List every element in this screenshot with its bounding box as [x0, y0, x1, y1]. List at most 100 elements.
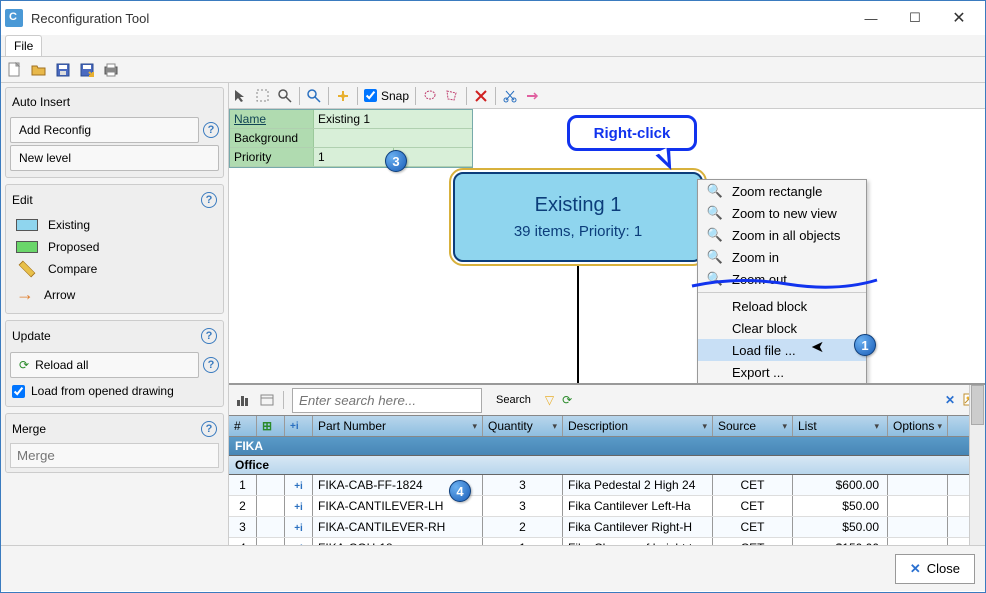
group-row-office[interactable]: Office [229, 456, 985, 475]
file-menu[interactable]: File [5, 35, 42, 56]
add-reconfig-button[interactable]: Add Reconfig [10, 117, 199, 143]
col-list-header[interactable]: List▾ [793, 416, 888, 436]
filter-triangle-icon[interactable]: ▽ [545, 393, 554, 407]
grid-body[interactable]: FIKA Office 1+iFIKA-CAB-FF-18243Fika Ped… [229, 437, 985, 545]
search-input[interactable] [292, 388, 482, 413]
group-row-fika[interactable]: FIKA [229, 437, 985, 456]
close-window-button[interactable]: ✕ [937, 3, 981, 33]
ctx-clear-block[interactable]: Clear block [698, 317, 866, 339]
info-icon[interactable]: +i [294, 502, 303, 513]
select-tool-icon[interactable] [233, 88, 249, 104]
close-button[interactable]: ✕ Close [895, 554, 975, 584]
save-icon[interactable] [55, 62, 71, 78]
marquee-tool-icon[interactable] [255, 88, 271, 104]
lasso-tool-icon[interactable] [422, 88, 438, 104]
save-as-icon[interactable] [79, 62, 95, 78]
grid-toolbar: Search ▽ ⟳ ✕ [229, 385, 985, 415]
delete-icon[interactable] [473, 88, 489, 104]
titlebar: Reconfiguration Tool — ☐ ✕ [1, 1, 985, 35]
new-level-button[interactable]: New level [10, 145, 219, 171]
col-quantity-header[interactable]: Quantity▾ [483, 416, 563, 436]
help-icon[interactable]: ? [201, 328, 217, 344]
existing-block[interactable]: Existing 1 39 items, Priority: 1 [453, 172, 703, 262]
col-description-header[interactable]: Description▾ [563, 416, 713, 436]
zoom-rect-icon: 🔍 [706, 183, 724, 199]
maximize-button[interactable]: ☐ [893, 3, 937, 33]
ctx-export[interactable]: Export ... [698, 361, 866, 383]
ctx-zoom-new-view[interactable]: 🔍Zoom to new view [698, 202, 866, 224]
col-partnumber-header[interactable]: Part Number▾ [313, 416, 483, 436]
legend-proposed[interactable]: Proposed [10, 236, 219, 258]
vertical-scrollbar[interactable] [969, 385, 985, 545]
table-row[interactable]: 4+iFIKA-COH-181Fika Change of height tCE… [229, 538, 985, 545]
new-file-icon[interactable] [7, 62, 23, 78]
help-icon[interactable]: ? [203, 357, 219, 373]
prop-name-label[interactable]: Name [230, 110, 314, 128]
minimize-button[interactable]: — [849, 3, 893, 33]
arrow-icon: → [16, 284, 34, 305]
ctx-zoom-all[interactable]: 🔍Zoom in all objects [698, 224, 866, 246]
ctx-zoom-in[interactable]: 🔍Zoom in [698, 246, 866, 268]
callout-badge-3: 3 [385, 150, 407, 172]
info-icon[interactable]: +i [294, 481, 303, 492]
search-button[interactable]: Search [490, 392, 537, 408]
pan-icon[interactable] [335, 88, 351, 104]
table-row[interactable]: 3+iFIKA-CANTILEVER-RH2Fika Cantilever Ri… [229, 517, 985, 538]
open-folder-icon[interactable] [31, 62, 47, 78]
auto-insert-panel: Auto Insert Add Reconfig ? New level [5, 87, 224, 178]
col-source-header[interactable]: Source▾ [713, 416, 793, 436]
legend-compare[interactable]: Compare [10, 258, 219, 280]
ctx-zoom-rectangle[interactable]: 🔍Zoom rectangle [698, 180, 866, 202]
app-title: Reconfiguration Tool [31, 11, 849, 26]
snap-checkbox[interactable]: Snap [364, 89, 409, 103]
filter-icon[interactable] [259, 392, 275, 408]
close-x-icon: ✕ [910, 561, 921, 577]
flow-arrow-line [577, 266, 579, 383]
edit-panel: Edit ? Existing Proposed Compare →Arrow [5, 184, 224, 314]
merge-title: Merge [12, 422, 46, 436]
legend-arrow[interactable]: →Arrow [10, 280, 219, 309]
info-icon[interactable]: +i [294, 523, 303, 534]
prop-bg-label: Background [230, 129, 314, 147]
info-icon[interactable]: +i [294, 544, 303, 545]
print-icon[interactable] [103, 62, 119, 78]
menubar: File [1, 35, 985, 57]
col-options-header[interactable]: Options▾ [888, 416, 948, 436]
zoom-newview-icon: 🔍 [706, 205, 724, 221]
prop-priority-value[interactable]: 1 [314, 148, 393, 166]
zoom-extents-icon[interactable] [306, 88, 322, 104]
canvas[interactable]: Name Existing 1 Background Priority 1 ▾ … [229, 109, 985, 383]
col-num-header[interactable]: # [229, 416, 257, 436]
help-icon[interactable]: ? [201, 192, 217, 208]
data-grid: Search ▽ ⟳ ✕ # ⊞ +i Part Number▾ Quantit… [229, 383, 985, 545]
zoom-icon[interactable] [277, 88, 293, 104]
help-icon[interactable]: ? [201, 421, 217, 437]
app-icon [5, 9, 23, 27]
block-title: Existing 1 [535, 194, 622, 217]
scrollbar-thumb[interactable] [971, 385, 984, 425]
prop-bg-value[interactable] [314, 129, 472, 147]
legend-existing[interactable]: Existing [10, 214, 219, 236]
paste-icon[interactable] [524, 88, 540, 104]
polygon-tool-icon[interactable] [444, 88, 460, 104]
ctx-load-file[interactable]: Load file ... [698, 339, 866, 361]
canvas-toolbar: Snap [229, 83, 985, 109]
reload-all-button[interactable]: ⟳ Reload all [10, 352, 199, 378]
app-toolbar [1, 57, 985, 83]
zoom-out-icon: 🔍 [706, 271, 724, 287]
col-info-header[interactable]: +i [285, 416, 313, 436]
chart-icon[interactable] [235, 392, 251, 408]
ctx-zoom-out[interactable]: 🔍Zoom out [698, 268, 866, 290]
refresh-icon[interactable]: ⟳ [562, 393, 572, 407]
cut-icon[interactable] [502, 88, 518, 104]
table-row[interactable]: 2+iFIKA-CANTILEVER-LH3Fika Cantilever Le… [229, 496, 985, 517]
col-add-header[interactable]: ⊞ [257, 416, 285, 436]
merge-input[interactable] [10, 443, 219, 468]
table-row[interactable]: 1+iFIKA-CAB-FF-18243Fika Pedestal 2 High… [229, 475, 985, 496]
callout-badge-4: 4 [449, 480, 471, 502]
help-icon[interactable]: ? [203, 122, 219, 138]
prop-name-value[interactable]: Existing 1 [314, 110, 472, 128]
clear-x-icon[interactable]: ✕ [945, 393, 955, 407]
ctx-reload-block[interactable]: Reload block [698, 295, 866, 317]
load-from-drawing-checkbox[interactable]: Load from opened drawing [10, 380, 219, 402]
